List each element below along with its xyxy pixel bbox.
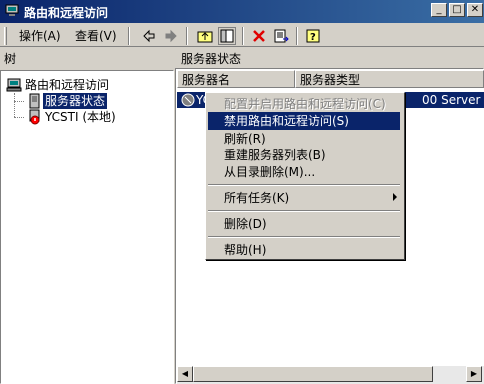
tree-root-label[interactable]: 路由和远程访问 (25, 77, 109, 93)
column-header-server-type[interactable]: 服务器类型 (295, 70, 484, 88)
menu-separator (208, 236, 400, 238)
toolbar-separator (242, 27, 244, 45)
routing-root-icon (6, 77, 22, 93)
toolbar-separator (186, 27, 188, 45)
show-tree-icon[interactable] (218, 27, 236, 45)
server-down-icon (26, 109, 42, 125)
menu-item-configure[interactable]: 配置并启用路由和远程访问(C) (208, 95, 400, 113)
menu-view[interactable]: 查看(V) (72, 27, 120, 45)
tree-item-server-status[interactable]: 服务器状态 (43, 93, 108, 109)
window-title: 路由和远程访问 (24, 6, 109, 20)
server-type-cell: 00 Server (422, 93, 481, 107)
back-arrow-icon[interactable] (140, 27, 158, 45)
submenu-arrow-icon (393, 193, 397, 201)
app-icon (4, 3, 20, 19)
svg-text:?: ? (310, 32, 316, 43)
tree-line (14, 93, 15, 117)
tree-header: 树 (0, 50, 174, 68)
close-button[interactable]: ✕ (467, 3, 483, 17)
menu-separator (208, 184, 400, 186)
toolbar-separator (296, 27, 298, 45)
menu-item-all-tasks[interactable]: 所有任务(K) (208, 189, 400, 207)
help-icon[interactable]: ? (304, 27, 322, 45)
tree-line (14, 101, 24, 102)
scroll-thumb[interactable] (193, 366, 433, 382)
minimize-button[interactable]: _ (431, 3, 447, 17)
export-list-icon[interactable] (272, 27, 290, 45)
up-folder-icon[interactable] (196, 27, 214, 45)
server-status-icon (26, 93, 42, 109)
tree-item-local-server[interactable]: YCSTI (本地) (45, 109, 116, 125)
maximize-button[interactable]: □ (449, 3, 465, 17)
tree-line (14, 117, 24, 118)
scroll-right-icon[interactable]: ▶ (466, 366, 482, 382)
forward-arrow-icon[interactable] (162, 27, 180, 45)
menu-item-help[interactable]: 帮助(H) (208, 241, 400, 259)
scroll-left-icon[interactable]: ◀ (177, 366, 193, 382)
delete-icon[interactable] (250, 27, 268, 45)
toolbar-separator (128, 27, 130, 45)
main-header: 服务器状态 (177, 50, 484, 68)
menu-item-rebuild-list[interactable]: 重建服务器列表(B) (208, 146, 400, 164)
column-header-server-name[interactable]: 服务器名 (177, 70, 295, 88)
menu-item-remove-from-directory[interactable]: 从目录删除(M)... (208, 163, 400, 181)
grip (4, 27, 7, 45)
menu-action[interactable]: 操作(A) (16, 27, 64, 45)
horizontal-scrollbar[interactable]: ◀ ▶ (177, 366, 484, 384)
menu-item-disable-routing[interactable]: 禁用路由和远程访问(S) (208, 112, 400, 130)
menu-item-delete[interactable]: 删除(D) (208, 215, 400, 233)
server-row-icon (180, 92, 196, 108)
menu-separator (208, 210, 400, 212)
